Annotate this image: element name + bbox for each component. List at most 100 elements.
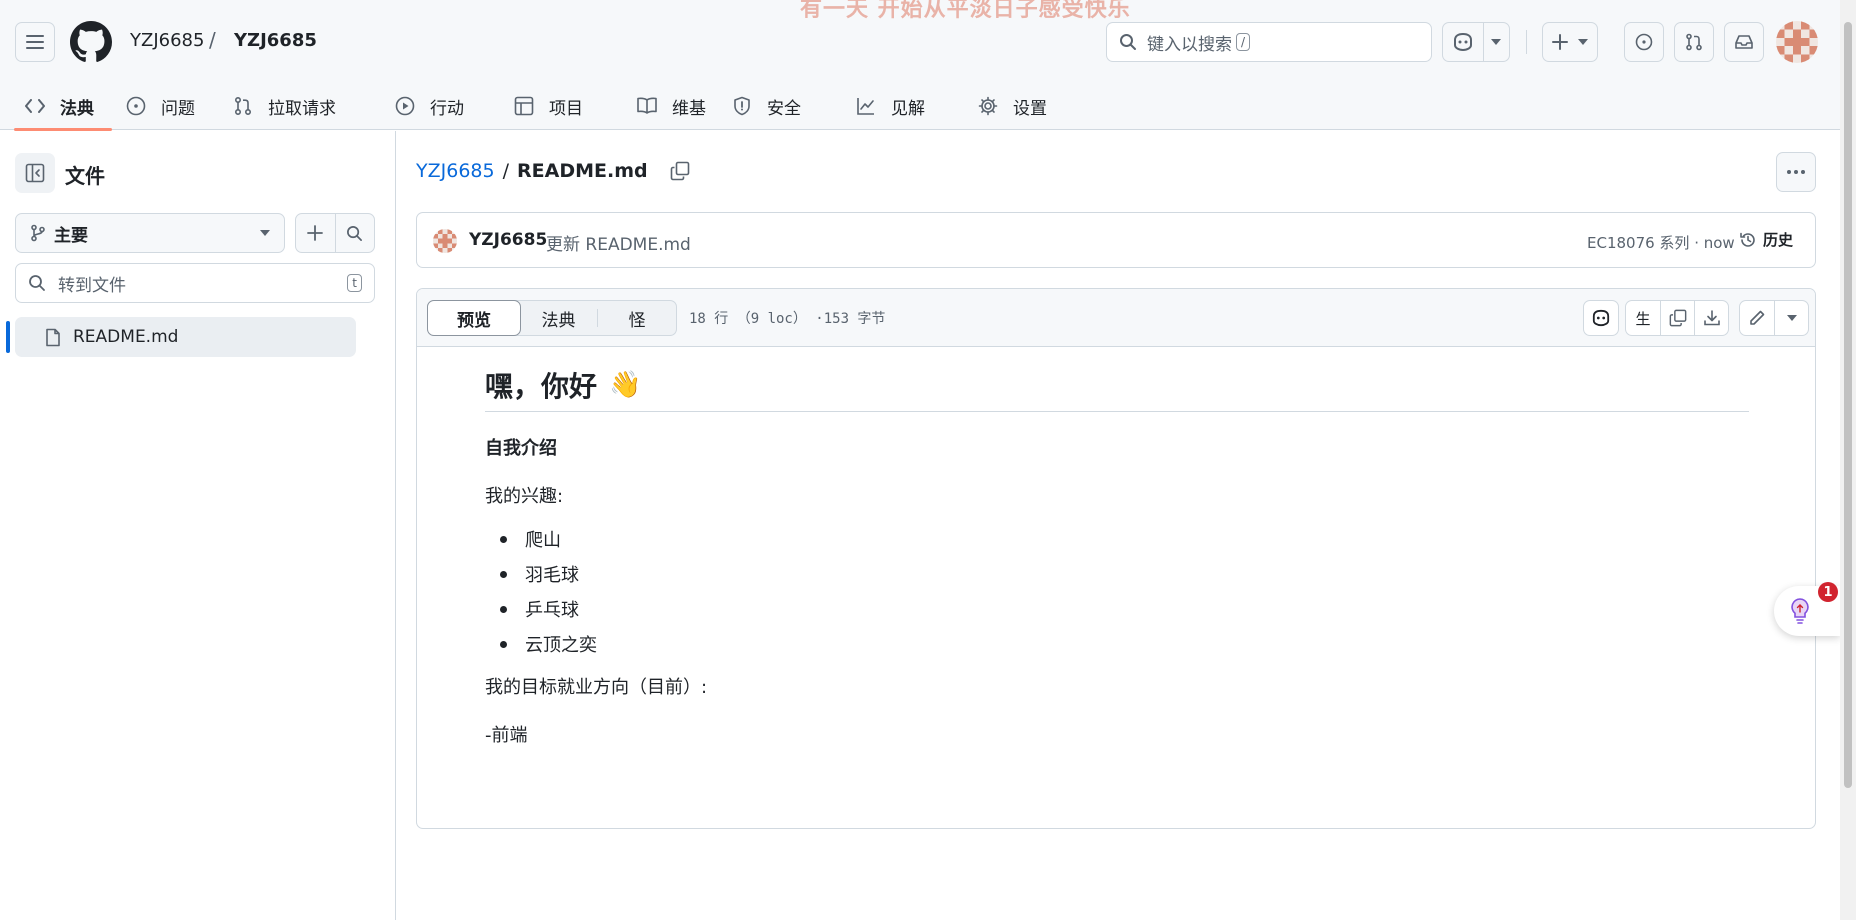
branch-selector[interactable]: 主要 [15, 213, 285, 253]
tab-actions[interactable]: 行动 [394, 82, 464, 130]
tab-projects[interactable]: 项目 [513, 82, 583, 130]
watermark-text: 有一天 开始从平淡日子感受快乐 [800, 0, 1131, 22]
tab-blame[interactable]: 怪 [598, 301, 676, 335]
readme-interests-label: 我的兴趣: [485, 486, 564, 507]
edit-file-button[interactable] [1740, 301, 1774, 335]
edit-dropdown-button[interactable] [1774, 301, 1808, 335]
search-shortcut-key: / [1236, 33, 1251, 51]
chevron-down-icon [260, 230, 270, 236]
repo-name-link[interactable]: YZJ6685 [234, 30, 317, 51]
file-viewer-header: 预览 法典 怪 18 行 （9 loc） ·153 字节 生 [417, 289, 1815, 347]
page-scrollbar[interactable] [1840, 0, 1856, 920]
menu-button[interactable] [15, 22, 55, 62]
list-item: 爬山 [485, 526, 1749, 561]
copy-icon [670, 161, 689, 181]
file-viewer: 预览 法典 怪 18 行 （9 loc） ·153 字节 生 嘿，你好 👋 自我… [416, 288, 1816, 829]
tab-label: 行动 [430, 98, 464, 119]
issues-button[interactable] [1624, 22, 1664, 62]
copilot-dropdown-button[interactable] [1484, 23, 1509, 61]
identicon-avatar-icon [433, 229, 457, 253]
create-new-button[interactable] [1542, 22, 1598, 62]
hamburger-icon [26, 35, 44, 49]
tab-issues[interactable]: 问题 [125, 82, 195, 130]
more-options-button[interactable] [1776, 152, 1816, 192]
inbox-icon [1735, 35, 1753, 49]
history-icon [1740, 232, 1755, 247]
breadcrumb-repo-link[interactable]: YZJ6685 [416, 160, 495, 182]
search-input[interactable]: 键入以搜索 / [1106, 22, 1432, 62]
commit-author-avatar[interactable] [433, 229, 457, 253]
play-icon [395, 96, 415, 116]
commit-message[interactable]: 更新 README.md [546, 230, 691, 255]
pull-request-icon [234, 96, 252, 116]
list-item: 云顶之奕 [485, 631, 1749, 666]
tab-wiki[interactable]: 维基 [636, 82, 706, 130]
latest-commit-bar: YZJ6685 更新 README.md EC18076 系列 · now 历史 [416, 212, 1816, 268]
history-label: 历史 [1763, 231, 1794, 249]
collapse-sidebar-button[interactable] [15, 153, 55, 193]
interests-list: 爬山 羽毛球 乒乓球 云顶之奕 [485, 526, 1749, 666]
github-logo-icon[interactable] [70, 21, 112, 63]
history-button[interactable]: 历史 [1739, 229, 1793, 250]
selected-file-indicator [6, 321, 10, 353]
commit-author[interactable]: YZJ6685 [469, 230, 547, 250]
copy-raw-button[interactable] [1660, 301, 1694, 335]
tab-pull-requests[interactable]: 拉取请求 [232, 82, 336, 130]
floating-assistant-widget[interactable]: 1 [1774, 582, 1840, 636]
go-to-file-input[interactable]: 转到文件 t [15, 263, 375, 303]
raw-button[interactable]: 生 [1626, 301, 1660, 335]
copilot-button-group [1442, 22, 1510, 62]
go-to-file-placeholder: 转到文件 [58, 275, 126, 296]
add-file-button[interactable] [296, 214, 336, 252]
tab-settings[interactable]: 设置 [977, 82, 1047, 130]
notification-badge: 1 [1818, 582, 1838, 602]
tab-label: 安全 [767, 98, 801, 119]
issue-icon [126, 96, 146, 116]
gear-icon [978, 96, 998, 116]
copilot-button[interactable] [1443, 23, 1484, 61]
scrollbar-thumb[interactable] [1844, 22, 1852, 788]
chevron-down-icon [1578, 39, 1588, 45]
readme-heading-text: 嘿，你好 [485, 370, 598, 403]
search-icon [1120, 34, 1136, 50]
search-files-button[interactable] [336, 214, 375, 252]
pull-requests-button[interactable] [1674, 22, 1714, 62]
copilot-file-button[interactable] [1583, 300, 1619, 336]
user-avatar[interactable] [1776, 21, 1818, 63]
tab-insights[interactable]: 见解 [855, 82, 925, 130]
tab-label: 见解 [891, 98, 925, 119]
table-icon [514, 96, 534, 116]
pencil-icon [1750, 310, 1765, 325]
download-button[interactable] [1694, 301, 1728, 335]
commit-meta[interactable]: EC18076 系列 · now [1587, 232, 1735, 253]
tab-code-view[interactable]: 法典 [520, 309, 598, 331]
file-info: 18 行 （9 loc） ·153 字节 [689, 311, 886, 327]
tab-label: 设置 [1013, 98, 1047, 119]
inbox-button[interactable] [1724, 22, 1764, 62]
identicon-avatar-icon [1776, 21, 1818, 63]
readme-intro: 自我介绍 [485, 438, 557, 459]
readme-goal: -前端 [485, 725, 528, 746]
readme-content: 嘿，你好 👋 自我介绍 我的兴趣: 爬山 羽毛球 乒乓球 云顶之奕 我的目标就业… [485, 365, 1749, 747]
top-header: 有一天 开始从平淡日子感受快乐 YZJ6685 / YZJ6685 键入以搜索 … [0, 0, 1840, 131]
search-placeholder: 键入以搜索 [1147, 34, 1232, 55]
file-tree-item-readme[interactable]: README.md [15, 317, 356, 357]
tab-preview[interactable]: 预览 [427, 300, 521, 336]
plus-icon [307, 225, 324, 241]
file-tree-sidebar: 文件 主要 转到文件 t README.md [0, 131, 396, 920]
kebab-horizontal-icon [1787, 170, 1805, 174]
view-mode-segmented-control: 预览 法典 怪 [427, 300, 677, 336]
download-icon [1703, 310, 1720, 326]
file-actions-group: 生 [1625, 300, 1729, 336]
graph-icon [857, 98, 874, 115]
list-item: 乒乓球 [485, 596, 1749, 631]
owner-link[interactable]: YZJ6685 [130, 30, 204, 51]
copy-path-button[interactable] [670, 161, 690, 181]
code-icon [25, 99, 45, 113]
tab-label: 维基 [672, 98, 706, 119]
tab-security[interactable]: 安全 [731, 82, 801, 130]
breadcrumb-file-name: README.md [517, 160, 648, 182]
waving-hand-emoji: 👋 [609, 370, 642, 400]
tab-code[interactable]: 法典 [14, 82, 112, 131]
file-icon [46, 328, 60, 346]
